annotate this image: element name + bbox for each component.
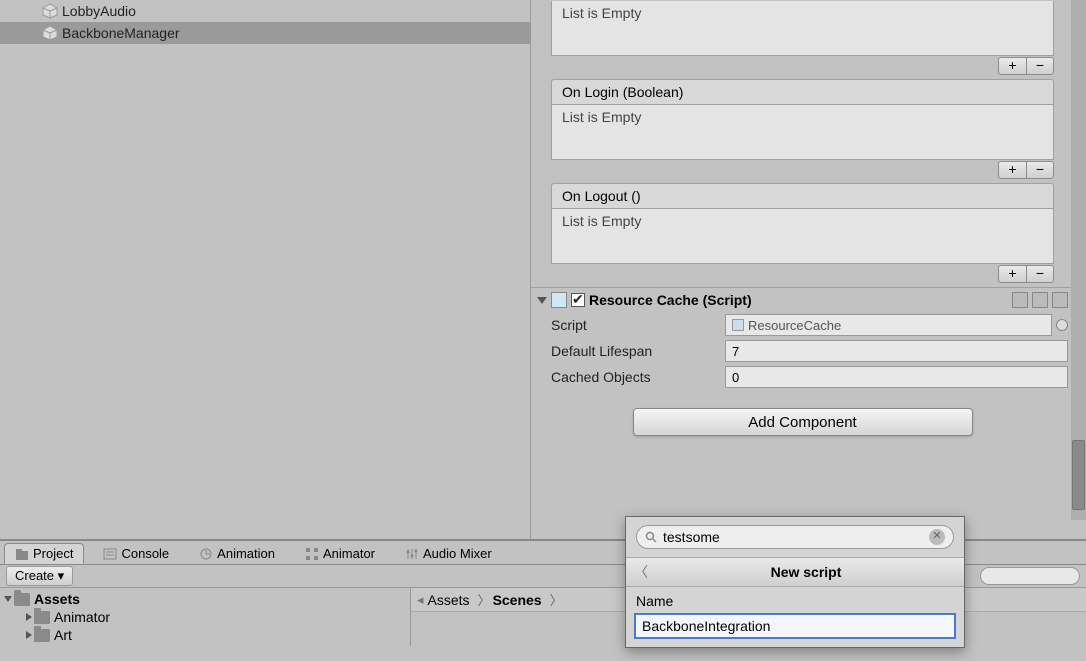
number-value: 7	[732, 344, 739, 359]
event-header: On Logout ()	[551, 183, 1054, 209]
expand-icon[interactable]	[26, 631, 32, 639]
tab-label: Console	[121, 546, 169, 561]
popup-header: 〈 New script	[626, 557, 964, 587]
property-row-script: Script ResourceCache	[531, 312, 1074, 338]
event-add-button[interactable]: +	[998, 161, 1026, 179]
event-add-button[interactable]: +	[998, 265, 1026, 283]
clear-search-icon[interactable]: ✕	[929, 529, 945, 545]
gameobject-icon	[42, 25, 58, 41]
event-body: List is Empty	[551, 209, 1054, 264]
object-picker-icon[interactable]	[1056, 319, 1068, 331]
event-add-button[interactable]: +	[998, 57, 1026, 75]
hierarchy-item-label: LobbyAudio	[62, 3, 136, 19]
component-enabled-checkbox[interactable]	[571, 293, 585, 307]
console-icon	[103, 547, 117, 561]
hierarchy-item-label: BackboneManager	[62, 25, 180, 41]
scrollbar-vertical[interactable]	[1071, 0, 1086, 520]
popup-search[interactable]: ✕	[636, 525, 954, 549]
object-field[interactable]: ResourceCache	[725, 314, 1052, 336]
folder-icon	[34, 611, 50, 624]
event-header: On Login (Boolean)	[551, 79, 1054, 105]
tab-label: Project	[33, 546, 73, 561]
unity-event-block: List is Empty + −	[551, 1, 1054, 75]
popup-search-input[interactable]	[663, 529, 929, 545]
object-field-value: ResourceCache	[748, 318, 841, 333]
tab-audiomixer[interactable]: Audio Mixer	[394, 543, 503, 564]
tab-animation[interactable]: Animation	[188, 543, 286, 564]
help-icon[interactable]	[1012, 292, 1028, 308]
event-remove-button[interactable]: −	[1026, 57, 1054, 75]
component-header[interactable]: Resource Cache (Script)	[531, 287, 1074, 312]
property-row-lifespan: Default Lifespan 7	[531, 338, 1074, 364]
hierarchy-item-selected[interactable]: BackboneManager	[0, 22, 530, 44]
search-icon	[645, 531, 657, 543]
preset-icon[interactable]	[1032, 292, 1048, 308]
create-button[interactable]: Create ▾	[6, 566, 73, 586]
property-label: Script	[551, 317, 725, 333]
animation-icon	[199, 547, 213, 561]
tree-row-assets[interactable]: Assets	[0, 590, 410, 608]
component-title: Resource Cache (Script)	[589, 292, 752, 308]
unity-event-block: On Login (Boolean) List is Empty + −	[551, 79, 1054, 179]
folder-label: Art	[54, 627, 72, 643]
tab-project[interactable]: Project	[4, 543, 84, 564]
tab-label: Audio Mixer	[423, 546, 492, 561]
number-field[interactable]: 7	[725, 340, 1068, 362]
folder-tree: Assets Animator Art	[0, 588, 410, 646]
add-component-popup: ✕ 〈 New script Name	[625, 516, 965, 648]
gear-icon[interactable]	[1052, 292, 1068, 308]
number-field[interactable]: 0	[725, 366, 1068, 388]
project-icon	[15, 547, 29, 561]
script-asset-icon	[732, 319, 744, 331]
hierarchy-panel: LobbyAudio BackboneManager	[0, 0, 530, 539]
inspector-panel: List is Empty + − On Login (Boolean) Lis…	[530, 0, 1086, 539]
folder-icon	[14, 593, 30, 606]
create-label: Create	[15, 568, 54, 583]
unity-event-block: On Logout () List is Empty + −	[551, 183, 1054, 283]
event-remove-button[interactable]: −	[1026, 161, 1054, 179]
popup-name-label: Name	[626, 587, 964, 613]
popup-title: New script	[656, 564, 956, 580]
event-body: List is Empty	[551, 105, 1054, 160]
tab-label: Animation	[217, 546, 275, 561]
folder-label: Assets	[34, 591, 80, 607]
hierarchy-item[interactable]: LobbyAudio	[0, 0, 530, 22]
event-remove-button[interactable]: −	[1026, 265, 1054, 283]
event-body: List is Empty	[551, 1, 1054, 56]
number-value: 0	[732, 370, 739, 385]
scrollbar-thumb[interactable]	[1072, 440, 1085, 510]
tab-label: Animator	[323, 546, 375, 561]
back-icon[interactable]: ◂	[417, 592, 424, 608]
tree-row[interactable]: Animator	[0, 608, 410, 626]
script-icon	[551, 292, 567, 308]
project-search[interactable]	[980, 567, 1080, 585]
expand-icon[interactable]	[26, 613, 32, 621]
breadcrumb-separator: 〉	[478, 590, 491, 609]
animator-icon	[305, 547, 319, 561]
tree-row[interactable]: Art	[0, 626, 410, 644]
tab-animator[interactable]: Animator	[294, 543, 386, 564]
property-row-cached: Cached Objects 0	[531, 364, 1074, 390]
breadcrumb-item[interactable]: Scenes	[493, 592, 542, 608]
tab-console[interactable]: Console	[92, 543, 180, 564]
script-name-input[interactable]	[634, 613, 956, 639]
expand-icon[interactable]	[4, 596, 12, 602]
property-label: Default Lifespan	[551, 343, 725, 359]
gameobject-icon	[42, 3, 58, 19]
add-component-button[interactable]: Add Component	[633, 408, 973, 436]
fold-icon[interactable]	[537, 297, 547, 304]
popup-back-icon[interactable]: 〈	[634, 562, 648, 582]
property-label: Cached Objects	[551, 369, 725, 385]
folder-label: Animator	[54, 609, 110, 625]
folder-icon	[34, 629, 50, 642]
breadcrumb-item[interactable]: Assets	[428, 592, 470, 608]
audiomixer-icon	[405, 547, 419, 561]
breadcrumb-separator: 〉	[550, 590, 563, 609]
